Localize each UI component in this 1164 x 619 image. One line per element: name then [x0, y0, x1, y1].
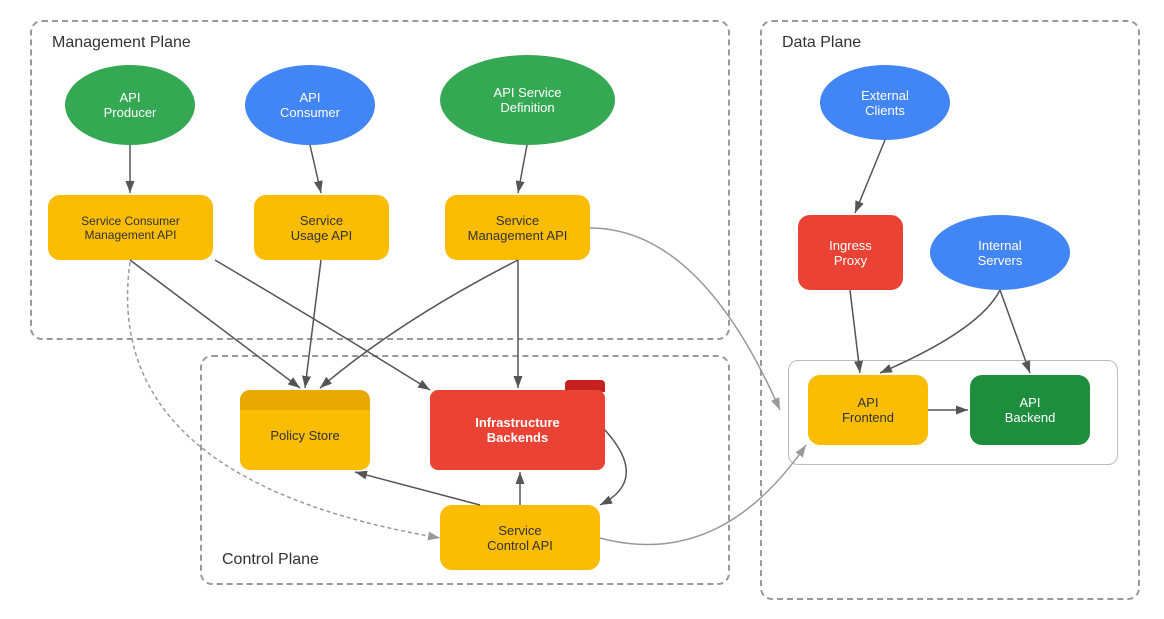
diagram-container: Management Plane Data Plane Control Plan…: [0, 0, 1164, 619]
api-frontend-node: APIFrontend: [808, 375, 928, 445]
management-plane-label: Management Plane: [52, 34, 191, 52]
service-control-api-node: ServiceControl API: [440, 505, 600, 570]
api-backend-node: APIBackend: [970, 375, 1090, 445]
external-clients-node: ExternalClients: [820, 65, 950, 140]
service-consumer-mgmt-node: Service ConsumerManagement API: [48, 195, 213, 260]
infra-backends-node: InfrastructureBackends: [430, 390, 605, 470]
api-consumer-node: APIConsumer: [245, 65, 375, 145]
service-mgmt-api-node: ServiceManagement API: [445, 195, 590, 260]
data-plane-label: Data Plane: [782, 34, 861, 52]
api-service-def-node: API ServiceDefinition: [440, 55, 615, 145]
internal-servers-node: InternalServers: [930, 215, 1070, 290]
policy-store-node: Policy Store: [240, 390, 370, 470]
ingress-proxy-node: IngressProxy: [798, 215, 903, 290]
api-producer-node: APIProducer: [65, 65, 195, 145]
data-plane-box: Data Plane: [760, 20, 1140, 600]
control-plane-label: Control Plane: [222, 551, 319, 569]
service-usage-api-node: ServiceUsage API: [254, 195, 389, 260]
